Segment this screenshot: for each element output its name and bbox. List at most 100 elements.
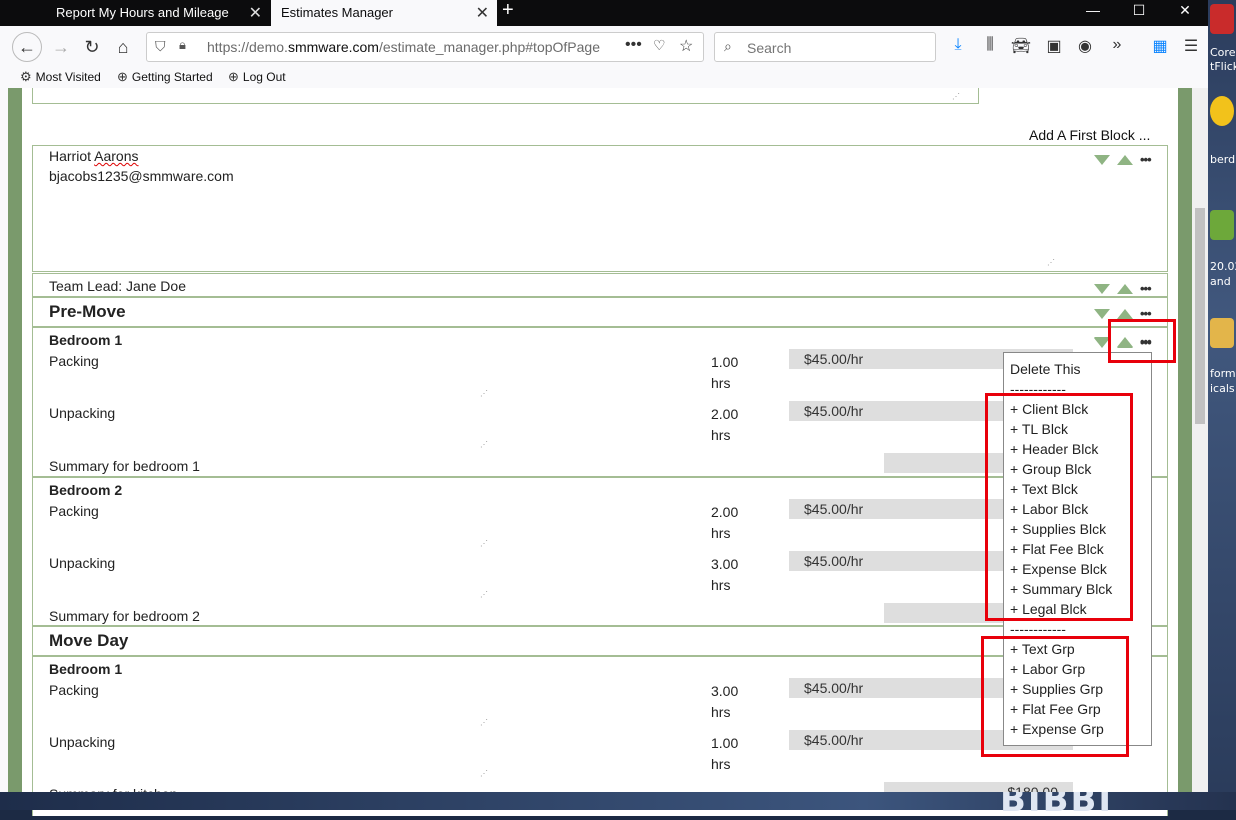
labor-item-label[interactable]: Unpacking bbox=[49, 734, 115, 750]
labor-item-qty[interactable]: 3.00 bbox=[711, 683, 738, 699]
left-border-bar bbox=[8, 88, 22, 792]
tab-report-hours[interactable]: Report My Hours and Mileage ✕ bbox=[46, 0, 270, 26]
lock-icon[interactable]: 🔒︎ bbox=[179, 37, 186, 53]
gear-icon: ⚙ bbox=[20, 69, 32, 84]
resize-handle-icon[interactable]: ⋰ bbox=[480, 770, 488, 778]
url-bar[interactable]: ⛉ 🔒︎ https://demo.smmware.com/estimate_m… bbox=[146, 32, 704, 62]
desktop-shortcut-icon[interactable] bbox=[1210, 4, 1234, 34]
page-actions-icon[interactable]: ••• bbox=[625, 36, 642, 54]
car-icon[interactable]: 🚘︎ bbox=[1010, 36, 1032, 56]
highlight-more-button bbox=[1108, 319, 1176, 363]
more-options-icon[interactable]: ••• bbox=[1140, 152, 1152, 167]
bookmark-most-visited[interactable]: ⚙ Most Visited bbox=[20, 69, 101, 85]
client-block[interactable]: Harriot Aarons bjacobs1235@smmware.com •… bbox=[32, 145, 1168, 272]
labor-item-label[interactable]: Unpacking bbox=[49, 555, 115, 571]
shield-icon[interactable]: ⛉ bbox=[155, 38, 166, 55]
close-tab-icon[interactable]: ✕ bbox=[476, 3, 489, 23]
url-domain: smmware.com bbox=[287, 39, 379, 55]
team-lead-text: Team Lead: Jane Doe bbox=[49, 278, 186, 294]
labor-item-label[interactable]: Packing bbox=[49, 353, 99, 369]
pocket-icon[interactable]: ♡ bbox=[653, 37, 666, 54]
bookmark-label: Log Out bbox=[242, 70, 286, 84]
home-button[interactable]: ⌂ bbox=[110, 34, 136, 60]
folder-icon[interactable] bbox=[1210, 318, 1234, 348]
maximize-icon[interactable]: ☐ bbox=[1116, 2, 1162, 19]
rubber-duck-icon[interactable] bbox=[1210, 96, 1234, 126]
menu-item-delete[interactable]: Delete This bbox=[1010, 361, 1081, 377]
labor-item-unit: hrs bbox=[711, 704, 731, 720]
labor-item-qty[interactable]: 2.00 bbox=[711, 406, 738, 422]
resize-handle-icon[interactable]: ⋰ bbox=[480, 591, 488, 599]
desktop-label: form bbox=[1210, 367, 1236, 380]
bookmark-label: Most Visited bbox=[35, 70, 101, 84]
overflow-chevron-icon[interactable]: » bbox=[1106, 36, 1128, 54]
url-text[interactable]: https://demo.smmware.com/estimate_manage… bbox=[207, 39, 600, 55]
labor-item-qty[interactable]: 2.00 bbox=[711, 504, 738, 520]
close-tab-icon[interactable]: ✕ bbox=[249, 3, 262, 23]
back-button[interactable]: ← bbox=[12, 32, 42, 62]
move-up-icon[interactable] bbox=[1117, 283, 1133, 294]
labor-item-label[interactable]: Unpacking bbox=[49, 405, 115, 421]
account-icon[interactable]: ◉ bbox=[1074, 36, 1096, 56]
reload-button[interactable]: ↻ bbox=[79, 34, 105, 60]
labor-item-label[interactable]: Packing bbox=[49, 682, 99, 698]
desktop-shortcut-icon[interactable] bbox=[1210, 210, 1234, 240]
forward-button[interactable]: → bbox=[48, 34, 74, 60]
move-down-icon[interactable] bbox=[1094, 154, 1110, 165]
block-controls: ••• bbox=[1094, 151, 1152, 167]
header-block-pre-move[interactable]: Pre-Move ••• bbox=[32, 297, 1168, 327]
menu-hamburger-icon[interactable]: ☰ bbox=[1180, 36, 1202, 56]
search-box[interactable]: ⌕ bbox=[714, 32, 936, 62]
bookmark-log-out[interactable]: ⊕ Log Out bbox=[228, 69, 286, 85]
move-up-icon[interactable] bbox=[1117, 308, 1133, 319]
download-icon[interactable]: ⤓ bbox=[947, 36, 969, 54]
summary-label[interactable]: Summary for bedroom 2 bbox=[49, 608, 200, 624]
tab-bar: Report My Hours and Mileage ✕ Estimates … bbox=[0, 0, 1208, 26]
screen: Core tFlick berd 20.02 and form icals BI… bbox=[0, 0, 1236, 820]
labor-item-unit: hrs bbox=[711, 577, 731, 593]
more-options-icon[interactable]: ••• bbox=[1140, 281, 1152, 296]
bookmark-star-icon[interactable]: ☆ bbox=[679, 36, 693, 56]
desktop-label: berd bbox=[1210, 153, 1236, 166]
resize-handle-icon[interactable]: ⋰ bbox=[480, 719, 488, 727]
labor-item-qty[interactable]: 3.00 bbox=[711, 556, 738, 572]
scrollbar-thumb[interactable] bbox=[1195, 208, 1205, 424]
url-prefix: https://demo. bbox=[207, 39, 288, 55]
labor-item-label[interactable]: Packing bbox=[49, 503, 99, 519]
move-down-icon[interactable] bbox=[1094, 308, 1110, 319]
new-tab-plus-icon[interactable]: + bbox=[502, 0, 514, 22]
labor-item-unit: hrs bbox=[711, 427, 731, 443]
labor-item-qty[interactable]: 1.00 bbox=[711, 735, 738, 751]
block-controls: ••• bbox=[1094, 280, 1152, 296]
labor-item-qty[interactable]: 1.00 bbox=[711, 354, 738, 370]
previous-text-block[interactable]: ⋰ bbox=[32, 88, 979, 104]
resize-handle-icon[interactable]: ⋰ bbox=[480, 390, 488, 398]
sidebar-icon[interactable]: ▣ bbox=[1043, 36, 1065, 56]
summary-label[interactable]: Summary for bedroom 1 bbox=[49, 458, 200, 474]
bookmark-label: Getting Started bbox=[131, 70, 213, 84]
bookmarks-toolbar: ⚙ Most Visited ⊕ Getting Started ⊕ Log Out bbox=[0, 66, 1208, 88]
resize-handle-icon[interactable]: ⋰ bbox=[480, 441, 488, 449]
vertical-scrollbar[interactable] bbox=[1192, 88, 1208, 792]
add-first-block-link[interactable]: Add A First Block ... bbox=[1029, 127, 1150, 143]
team-lead-block[interactable]: Team Lead: Jane Doe ••• bbox=[32, 273, 1168, 297]
move-down-icon[interactable] bbox=[1094, 283, 1110, 294]
resize-handle-icon[interactable]: ⋰ bbox=[480, 540, 488, 548]
search-input[interactable] bbox=[745, 39, 925, 57]
tab-title: Estimates Manager bbox=[281, 5, 393, 20]
resize-handle-icon[interactable]: ⋰ bbox=[1047, 259, 1055, 267]
close-window-icon[interactable]: ✕ bbox=[1162, 2, 1208, 19]
desktop-label: and bbox=[1210, 275, 1231, 288]
tab-title: Report My Hours and Mileage bbox=[56, 5, 229, 20]
library-icon[interactable]: ⫼ bbox=[979, 36, 1001, 54]
desktop-label: Core bbox=[1210, 46, 1236, 59]
section-title: Move Day bbox=[49, 631, 129, 650]
move-up-icon[interactable] bbox=[1117, 154, 1133, 165]
extensions-icon[interactable]: ▦ bbox=[1149, 36, 1171, 56]
minimize-icon[interactable]: — bbox=[1070, 2, 1116, 18]
globe-icon: ⊕ bbox=[117, 69, 128, 84]
bookmark-getting-started[interactable]: ⊕ Getting Started bbox=[117, 69, 213, 85]
resize-handle-icon[interactable]: ⋰ bbox=[952, 93, 960, 101]
client-first-name: Harriot bbox=[49, 148, 92, 164]
tab-estimates-manager[interactable]: Estimates Manager ✕ bbox=[271, 0, 497, 26]
